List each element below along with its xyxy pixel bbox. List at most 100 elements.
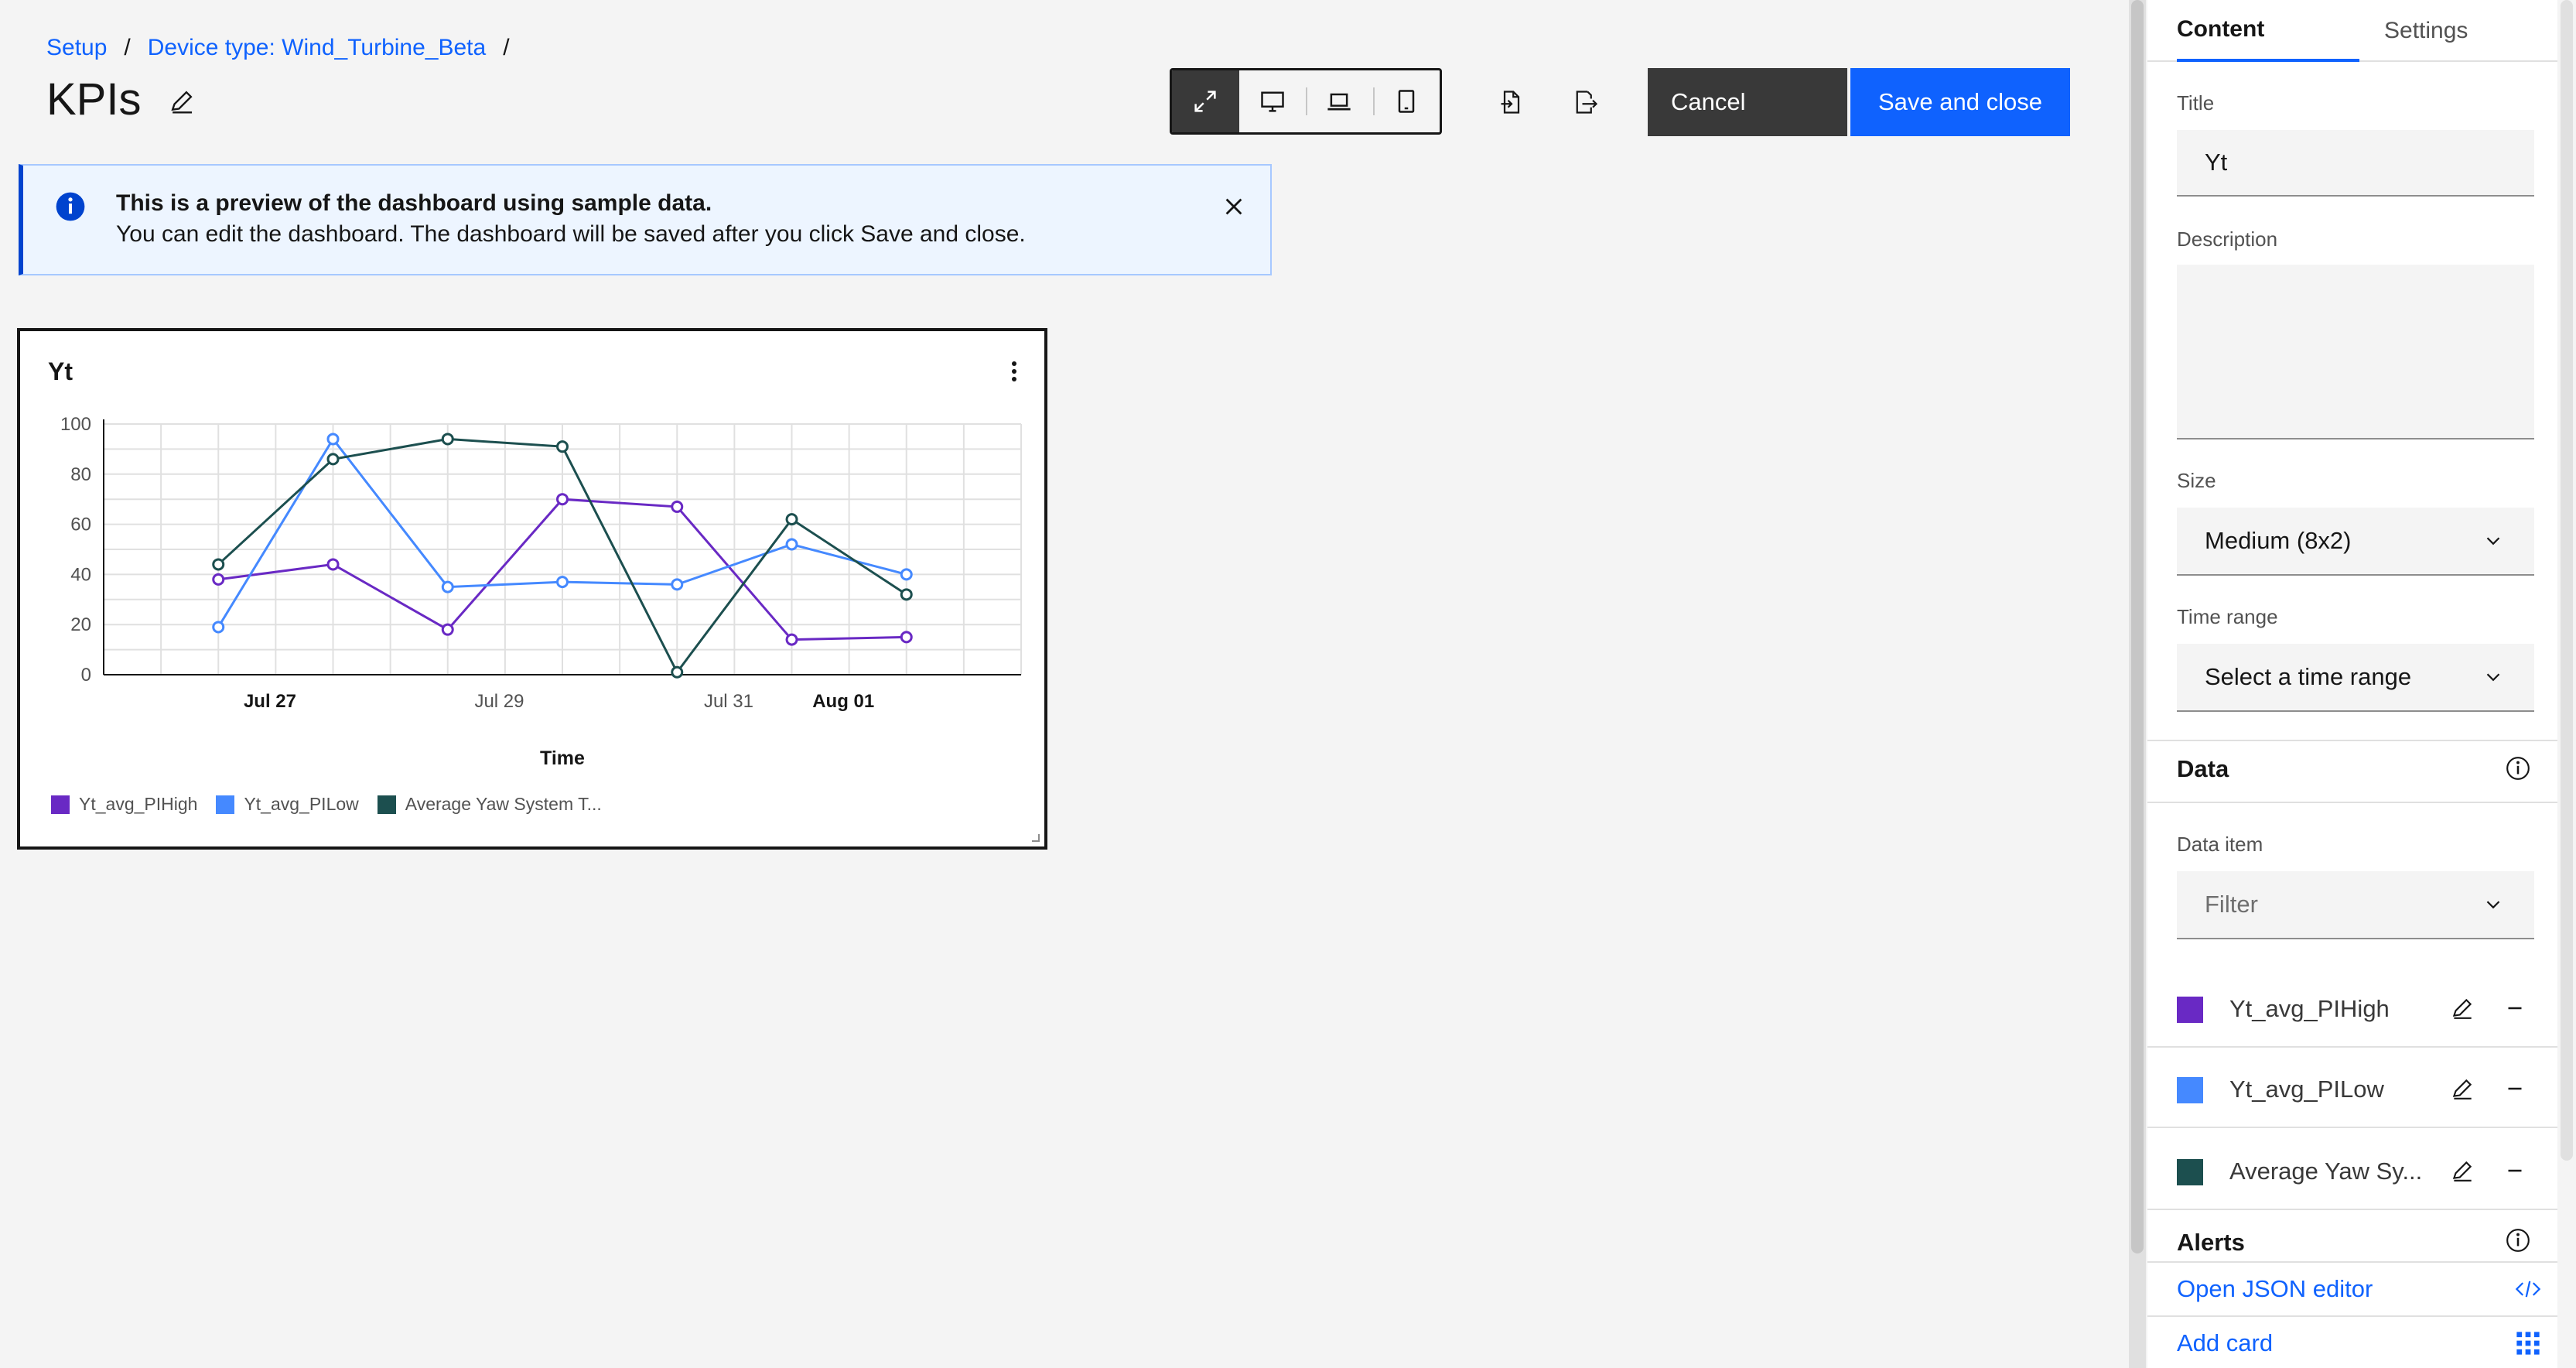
data-point xyxy=(441,623,454,636)
data-item-label: Data item xyxy=(2177,833,2263,856)
edit-icon[interactable] xyxy=(2449,1158,2475,1184)
data-point xyxy=(441,433,454,446)
remove-icon[interactable] xyxy=(2502,995,2528,1021)
breadcrumb-separator: / xyxy=(503,35,510,60)
remove-icon[interactable] xyxy=(2502,1076,2528,1102)
panel-scrollbar[interactable] xyxy=(2557,0,2576,1368)
data-item-name: Average Yaw Sy... xyxy=(2229,1158,2423,1185)
filter-placeholder: Filter xyxy=(2205,891,2258,918)
chart-legend: Yt_avg_PIHigh Yt_avg_PILow Average Yaw Sys… xyxy=(51,794,620,815)
data-point xyxy=(671,500,684,513)
laptop-icon xyxy=(1327,93,1351,111)
chevron-down-icon xyxy=(2486,673,2500,682)
fullscreen-icon xyxy=(1194,91,1216,112)
x-tick-label: Jul 29 xyxy=(474,691,524,712)
json-editor-label: Open JSON editor xyxy=(2177,1275,2373,1302)
size-dropdown[interactable]: Medium (8x2) xyxy=(2177,508,2534,576)
legend-swatch xyxy=(216,795,235,814)
tab-content[interactable]: Content xyxy=(2177,0,2359,62)
export-button[interactable] xyxy=(1555,71,1617,133)
import-button[interactable] xyxy=(1481,71,1543,133)
close-notification-button[interactable] xyxy=(1218,190,1250,223)
chevron-down-icon xyxy=(2486,537,2500,545)
preview-notification: This is a preview of the dashboard using… xyxy=(19,164,1272,275)
title-input[interactable]: Yt xyxy=(2177,130,2534,197)
data-item-row: Yt_avg_PILow xyxy=(2147,1048,2557,1128)
y-tick-label: 0 xyxy=(81,665,91,686)
add-card-link[interactable]: Add card xyxy=(2147,1315,2557,1368)
edit-title-icon[interactable] xyxy=(167,87,196,116)
chart-card[interactable]: Yt 0 20 40 60 80 100 Jul 27 Jul 29 Jul 31 Aug 01 T… xyxy=(17,328,1047,850)
y-tick-label: 80 xyxy=(70,464,91,485)
export-icon xyxy=(1576,91,1598,114)
remove-icon[interactable] xyxy=(2502,1158,2528,1184)
line-chart: 0 20 40 60 80 100 Jul 27 Jul 29 Jul 31 Aug 01 Time xyxy=(60,414,1022,769)
edit-icon[interactable] xyxy=(2449,995,2475,1021)
page-title: KPIs xyxy=(46,74,142,125)
import-icon xyxy=(1501,91,1520,114)
desktop-view-button[interactable] xyxy=(1239,70,1307,132)
resize-handle[interactable] xyxy=(1029,831,1040,842)
size-value: Medium (8x2) xyxy=(2205,527,2352,554)
edit-icon[interactable] xyxy=(2449,1076,2475,1102)
breadcrumb-item-device-type[interactable]: Device type: Wind_Turbine_Beta xyxy=(148,35,486,61)
data-point xyxy=(212,573,225,586)
tablet-view-button[interactable] xyxy=(1372,70,1440,132)
fullscreen-view-button[interactable] xyxy=(1172,70,1239,132)
data-point xyxy=(326,433,340,446)
breadcrumb-separator: / xyxy=(124,35,131,60)
code-icon xyxy=(2515,1281,2541,1298)
info-icon[interactable] xyxy=(2505,755,2531,781)
legend-label: Yt_avg_PILow xyxy=(244,794,359,814)
y-tick-label: 60 xyxy=(70,515,91,535)
alerts-section-title: Alerts xyxy=(2177,1229,2245,1256)
notification-title: This is a preview of the dashboard using… xyxy=(116,190,712,216)
data-point xyxy=(212,621,225,634)
data-point xyxy=(556,576,569,589)
data-section-title: Data xyxy=(2177,755,2229,782)
view-mode-switcher xyxy=(1170,68,1442,135)
legend-item[interactable]: Yt_avg_PILow xyxy=(216,794,359,815)
y-tick-label: 40 xyxy=(70,564,91,585)
description-label: Description xyxy=(2177,227,2278,251)
y-tick-label: 100 xyxy=(60,414,91,435)
data-item-filter-dropdown[interactable]: Filter xyxy=(2177,871,2534,939)
data-item-row: Yt_avg_PIHigh xyxy=(2147,967,2557,1048)
legend-label: Average Yaw System T... xyxy=(405,794,602,814)
y-tick-label: 20 xyxy=(70,614,91,635)
color-swatch xyxy=(2177,1159,2203,1185)
data-point xyxy=(671,665,684,679)
data-item-row: Average Yaw Sy... xyxy=(2147,1130,2557,1210)
save-and-close-button[interactable]: Save and close xyxy=(1850,68,2070,136)
data-item-name: Yt_avg_PIHigh xyxy=(2229,995,2390,1022)
data-item-name: Yt_avg_PILow xyxy=(2229,1076,2384,1103)
data-point xyxy=(900,631,913,644)
legend-label: Yt_avg_PIHigh xyxy=(79,794,198,814)
data-point xyxy=(785,633,798,646)
info-icon xyxy=(54,190,87,223)
info-icon[interactable] xyxy=(2505,1227,2531,1253)
open-json-editor-link[interactable]: Open JSON editor xyxy=(2147,1261,2557,1315)
legend-item[interactable]: Average Yaw System T... xyxy=(377,794,602,815)
data-point xyxy=(441,580,454,593)
data-point xyxy=(326,453,340,466)
color-swatch xyxy=(2177,997,2203,1023)
time-range-dropdown[interactable]: Select a time range xyxy=(2177,644,2534,712)
data-point xyxy=(326,558,340,571)
chevron-down-icon xyxy=(2486,901,2500,909)
breadcrumb-item-setup[interactable]: Setup xyxy=(46,35,107,61)
description-textarea[interactable] xyxy=(2177,265,2534,439)
cancel-button[interactable]: Cancel xyxy=(1648,68,1847,136)
x-axis-label: Time xyxy=(540,747,585,769)
x-tick-label: Jul 27 xyxy=(244,691,296,712)
notification-message: You can edit the dashboard. The dashboar… xyxy=(116,221,1026,247)
legend-item[interactable]: Yt_avg_PIHigh xyxy=(51,794,197,815)
tab-settings[interactable]: Settings xyxy=(2384,0,2468,62)
data-point xyxy=(556,493,569,506)
main-scrollbar[interactable] xyxy=(2129,0,2146,1368)
x-tick-label: Jul 31 xyxy=(704,691,753,712)
laptop-view-button[interactable] xyxy=(1306,70,1373,132)
tablet-icon xyxy=(1398,90,1414,113)
data-point xyxy=(671,578,684,591)
legend-swatch xyxy=(377,795,396,814)
